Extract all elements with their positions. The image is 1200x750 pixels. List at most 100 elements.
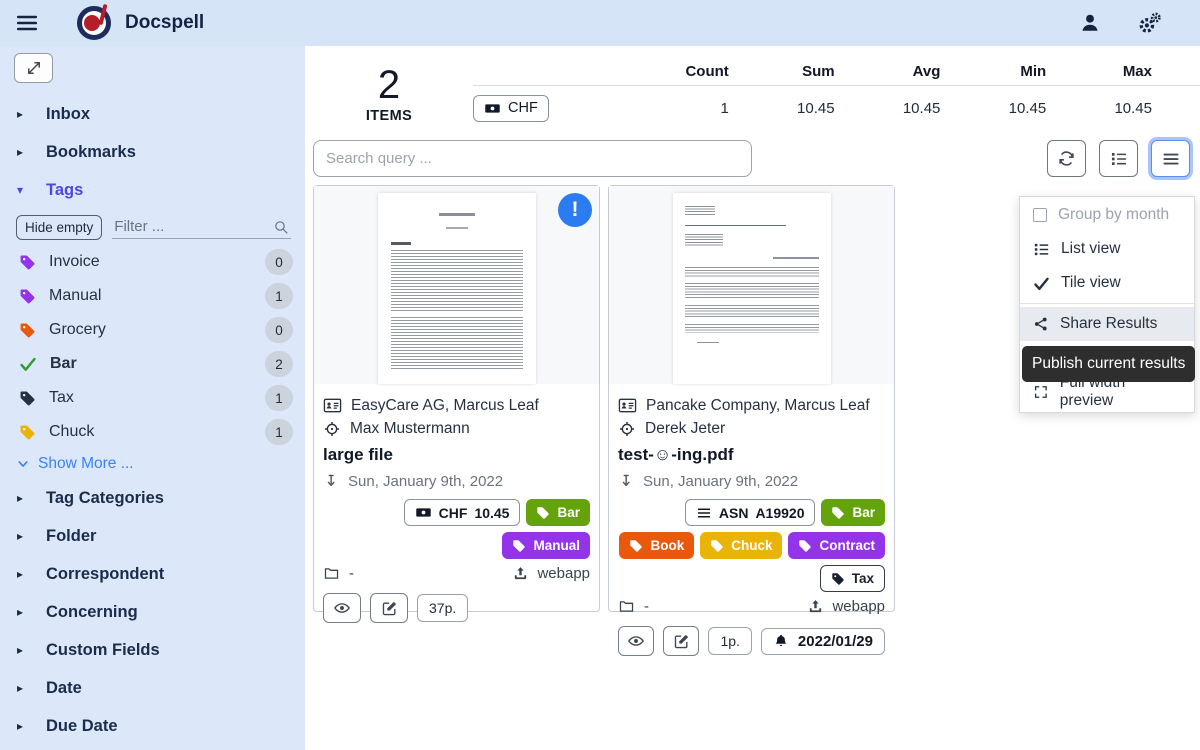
caret-right-icon: ▸: [17, 491, 32, 505]
settings-gears-icon[interactable]: [1137, 11, 1162, 36]
tag-filter-input[interactable]: [112, 215, 291, 239]
amount-chip: CHF 10.45: [404, 499, 521, 526]
menu-item-tile-view[interactable]: Tile view: [1020, 266, 1194, 300]
user-icon[interactable]: [1079, 12, 1101, 34]
sidebar-item-folder[interactable]: ▸ Folder: [0, 517, 305, 555]
tag-badge-bar: Bar: [821, 499, 885, 526]
caret-right-icon: ▸: [17, 719, 32, 733]
card-body: Pancake Company, Marcus Leaf Derek Jeter…: [609, 384, 894, 619]
menu-item-share-results[interactable]: Share Results: [1020, 307, 1194, 341]
sidebar-item-tag-categories[interactable]: ▸ Tag Categories: [0, 479, 305, 517]
sidebar-item-tags[interactable]: ▾ Tags: [0, 171, 305, 209]
logo-d: [84, 15, 100, 31]
attention-badge[interactable]: !: [558, 193, 592, 227]
docspell-logo[interactable]: [76, 5, 112, 41]
item-date-row: Sun, January 9th, 2022: [323, 469, 590, 493]
card-footer: 1p. 2022/01/29: [609, 619, 894, 665]
view-menu-button[interactable]: [1151, 140, 1190, 177]
edit-button[interactable]: [370, 593, 408, 623]
tag-filter-bar: Hide empty: [0, 209, 305, 245]
tag-icon: [831, 572, 845, 586]
item-card[interactable]: Pancake Company, Marcus Leaf Derek Jeter…: [608, 185, 895, 612]
share-icon: [1033, 316, 1049, 332]
document-preview[interactable]: !: [314, 186, 599, 384]
sidebar-item-source[interactable]: ▸ Source: [0, 745, 305, 750]
folder-icon: [618, 598, 635, 615]
tag-item-invoice[interactable]: Invoice 0: [0, 245, 305, 279]
menu-item-list-view[interactable]: List view: [1020, 232, 1194, 266]
search-icon: [273, 218, 289, 236]
preview-eye-button[interactable]: [618, 626, 654, 656]
crosshair-icon: [323, 420, 341, 438]
address-card-icon: [323, 396, 342, 415]
edit-button[interactable]: [663, 626, 699, 656]
item-badges: ASN A19920 Bar Book C: [618, 499, 885, 592]
tag-count-badge: 2: [265, 351, 293, 377]
edit-icon: [673, 633, 690, 650]
app-title: Docspell: [125, 12, 204, 34]
tag-item-tax[interactable]: Tax 1: [0, 381, 305, 415]
correspondent-row: Pancake Company, Marcus Leaf: [618, 394, 885, 417]
tag-badge-chuck: Chuck: [700, 532, 782, 559]
caret-right-icon: ▸: [17, 567, 32, 581]
asn-bars-icon: [696, 505, 712, 521]
tag-badge-book: Book: [619, 532, 694, 559]
stats-value-row: CHF 1 10.45 10.45 10.45 10.45: [473, 86, 1200, 130]
list-icon: [1033, 241, 1050, 258]
sidebar-item-date[interactable]: ▸ Date: [0, 669, 305, 707]
search-toolbar: [313, 140, 1190, 177]
caret-right-icon: ▸: [17, 107, 32, 121]
refresh-button[interactable]: [1047, 140, 1086, 177]
tag-item-manual[interactable]: Manual 1: [0, 279, 305, 313]
sidebar-nav: ▸ Inbox ▸ Bookmarks ▾ Tags Hide empty: [0, 95, 305, 750]
expand-icon: [1033, 384, 1049, 400]
tag-icon: [512, 539, 526, 553]
tag-item-chuck[interactable]: Chuck 1: [0, 415, 305, 449]
stat-max-value: 10.45: [1046, 100, 1152, 117]
caret-right-icon: ▸: [17, 643, 32, 657]
sidebar-item-inbox[interactable]: ▸ Inbox: [0, 95, 305, 133]
search-input[interactable]: [313, 140, 752, 177]
sidebar-item-concerning[interactable]: ▸ Concerning: [0, 593, 305, 631]
item-title[interactable]: large file: [323, 445, 590, 465]
document-preview-thumbnail: [673, 193, 831, 384]
tag-count-badge: 1: [265, 385, 293, 411]
hide-empty-button[interactable]: Hide empty: [16, 215, 102, 240]
sidebar-item-correspondent[interactable]: ▸ Correspondent: [0, 555, 305, 593]
concerning-row: Derek Jeter: [618, 417, 885, 440]
tag-count-badge: 1: [265, 283, 293, 309]
menu-toggle-icon[interactable]: [14, 10, 40, 36]
sidebar-item-custom-fields[interactable]: ▸ Custom Fields: [0, 631, 305, 669]
money-bill-icon: [415, 504, 432, 521]
tag-badge-manual: Manual: [502, 532, 590, 559]
tag-badge-contract: Contract: [788, 532, 885, 559]
menu-item-group-by-month[interactable]: Group by month: [1020, 198, 1194, 232]
preview-eye-button[interactable]: [323, 593, 361, 623]
tag-icon: [629, 539, 643, 553]
bars-icon: [1162, 150, 1180, 168]
stats-col-avg: Avg: [835, 63, 941, 80]
tag-icon: [19, 424, 36, 441]
document-preview[interactable]: [609, 186, 894, 384]
sidebar-item-bookmarks[interactable]: ▸ Bookmarks: [0, 133, 305, 171]
tag-item-bar-selected[interactable]: Bar 2: [0, 347, 305, 381]
show-more-link[interactable]: Show More ...: [0, 449, 305, 479]
caret-right-icon: ▸: [17, 529, 32, 543]
asn-chip: ASN A19920: [685, 499, 816, 526]
stats-summary: 2 ITEMS Count Sum Avg Min Max CHF: [305, 46, 1200, 130]
tag-icon: [536, 506, 550, 520]
eye-icon: [333, 599, 351, 617]
items-count-label: ITEMS: [305, 108, 473, 124]
stat-min-value: 10.45: [940, 100, 1046, 117]
item-title[interactable]: test-☺-ing.pdf: [618, 445, 885, 465]
tag-badge-tax: Tax: [820, 565, 885, 592]
collapse-sidebar-button[interactable]: [14, 53, 53, 83]
tag-item-grocery[interactable]: Grocery 0: [0, 313, 305, 347]
select-mode-button[interactable]: [1099, 140, 1138, 177]
caret-down-icon: ▾: [17, 183, 32, 197]
sidebar-item-due-date[interactable]: ▸ Due Date: [0, 707, 305, 745]
eye-icon: [627, 632, 645, 650]
item-card[interactable]: ! EasyCare AG, Marcus Leaf Max Musterman…: [313, 185, 600, 612]
folder-source-row: - webapp: [323, 565, 590, 582]
navbar-actions: [1079, 11, 1162, 36]
